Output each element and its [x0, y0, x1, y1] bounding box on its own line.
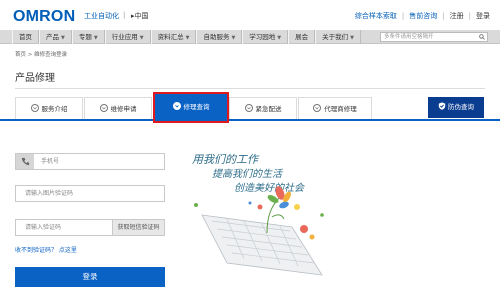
catalog-request-link[interactable]: 综合样本索取	[355, 12, 397, 21]
main-nav: 首页 产品 ▼ 专题 ▼ 行业应用 ▼ 资料汇总 ▼ 自助服务 ▼ 学习园地 ▼ 展会 关于…	[0, 30, 500, 44]
chevron-down-icon: ▼	[61, 35, 65, 41]
brand-subtitle: 工业自动化	[84, 12, 119, 20]
tab-anticounterfeit[interactable]: 防伪查询	[428, 97, 484, 118]
sms-placeholder: 请输入验证码	[25, 224, 62, 231]
no-code-link[interactable]: 收不到验证码？ 点这里	[15, 247, 77, 255]
top-link-separator: |	[442, 12, 445, 20]
phone-placeholder: 手机号	[41, 158, 60, 165]
service-tabs: 服务介绍 维修申请 紧急配送 代理商修理 修理查询 防伪查询	[0, 92, 500, 123]
nav-item-topics[interactable]: 专题 ▼	[71, 30, 105, 44]
chevron-down-icon	[30, 104, 39, 112]
tab-label: 代理商修理	[324, 105, 357, 113]
chevron-down-icon: ▼	[277, 35, 282, 41]
nav-item-label: 展会	[295, 33, 309, 41]
slogan-illustration: 用我们的工作 提高我们的生活 创造美好的社会	[192, 153, 324, 276]
chevron-down-icon: ▼	[350, 35, 355, 41]
tab-repair-apply[interactable]: 维修申请	[84, 97, 152, 119]
slogan-line-1: 用我们的工作	[192, 153, 260, 166]
breadcrumb[interactable]: 首页 > 维修查询登录	[15, 52, 67, 59]
region-selector[interactable]: ▸中国	[131, 12, 149, 21]
nav-item-products[interactable]: 产品 ▼	[39, 30, 72, 44]
slogan-line-2: 提高我们的生活	[212, 168, 284, 180]
title-divider	[15, 88, 485, 89]
presales-consult-link[interactable]: 售前咨询	[409, 12, 437, 21]
page-title: 产品修理	[15, 73, 55, 84]
search-placeholder: 多条件请用空格隔开	[384, 34, 434, 40]
search-icon[interactable]	[479, 34, 485, 40]
captcha-field[interactable]: 请输入图片验证码	[15, 185, 165, 202]
chevron-down-icon	[313, 104, 322, 112]
register-link[interactable]: 注册	[450, 12, 464, 21]
shield-icon	[438, 102, 446, 110]
keyboard-icon	[201, 214, 323, 276]
top-header: OMRON 工业自动化 | ▸中国 综合样本索取 | 售前咨询 | 注册 | 登…	[0, 0, 500, 28]
chevron-down-icon	[99, 104, 108, 112]
phone-icon-box	[16, 154, 34, 169]
tab-label: 服务介绍	[41, 105, 68, 113]
nav-item-label: 学习园地	[249, 33, 276, 41]
nav-item-about[interactable]: 关于我们 ▼	[315, 30, 362, 44]
nav-item-label: 行业应用	[111, 33, 138, 41]
nav-item-resources[interactable]: 资料汇总 ▼	[150, 30, 197, 44]
nav-item-exhibitions[interactable]: 展会	[288, 30, 316, 44]
captcha-placeholder: 请输入图片验证码	[25, 190, 74, 197]
phone-icon	[21, 157, 30, 166]
login-button[interactable]: 登录	[15, 267, 165, 287]
chevron-down-icon: ▼	[139, 35, 144, 41]
get-sms-code-button[interactable]: 获取短信验证码	[113, 219, 165, 236]
nav-item-label: 专题	[78, 33, 92, 41]
tab-agent-repair[interactable]: 代理商修理	[298, 97, 372, 119]
tab-label: 修理查询	[183, 103, 210, 111]
chevron-down-icon: ▼	[231, 35, 236, 41]
top-link-separator: |	[468, 12, 471, 20]
nav-item-label: 首页	[19, 33, 32, 41]
phone-field[interactable]: 手机号	[15, 153, 165, 170]
chevron-down-icon: ▼	[185, 35, 190, 41]
nav-item-industry[interactable]: 行业应用 ▼	[104, 30, 151, 44]
top-links: 综合样本索取 | 售前咨询 | 注册 | 登录	[355, 12, 490, 21]
login-link[interactable]: 登录	[476, 12, 490, 21]
tab-label: 维修申请	[110, 105, 137, 113]
tab-label: 防伪查询	[448, 103, 474, 111]
sms-code-field[interactable]: 请输入验证码	[15, 219, 113, 236]
nav-item-label: 关于我们	[322, 33, 349, 41]
nav-item-home[interactable]: 首页	[12, 30, 39, 44]
top-link-separator: |	[401, 12, 405, 20]
brand-separator: |	[123, 11, 126, 19]
slogan-line-3: 创造美好的社会	[234, 182, 305, 194]
nav-item-self-service[interactable]: 自助服务 ▼	[196, 30, 243, 44]
omron-logo[interactable]: OMRON	[13, 9, 75, 25]
nav-items: 首页 产品 ▼ 专题 ▼ 行业应用 ▼ 资料汇总 ▼ 自助服务 ▼ 学习园地 ▼ 展会 关于…	[12, 30, 362, 44]
tab-label: 紧急配送	[255, 105, 282, 113]
tab-emergency-delivery[interactable]: 紧急配送	[229, 97, 297, 119]
chevron-down-icon	[244, 104, 253, 112]
chevron-down-icon	[172, 102, 181, 110]
tab-service-intro[interactable]: 服务介绍	[15, 97, 83, 119]
nav-item-label: 产品	[46, 33, 59, 41]
nav-item-label: 自助服务	[203, 33, 230, 41]
nav-item-label: 资料汇总	[157, 33, 184, 41]
search-input[interactable]: 多条件请用空格隔开	[380, 32, 488, 42]
tab-repair-query[interactable]: 修理查询	[153, 92, 229, 123]
nav-item-learning[interactable]: 学习园地 ▼	[242, 30, 289, 44]
chevron-down-icon: ▼	[93, 35, 98, 41]
